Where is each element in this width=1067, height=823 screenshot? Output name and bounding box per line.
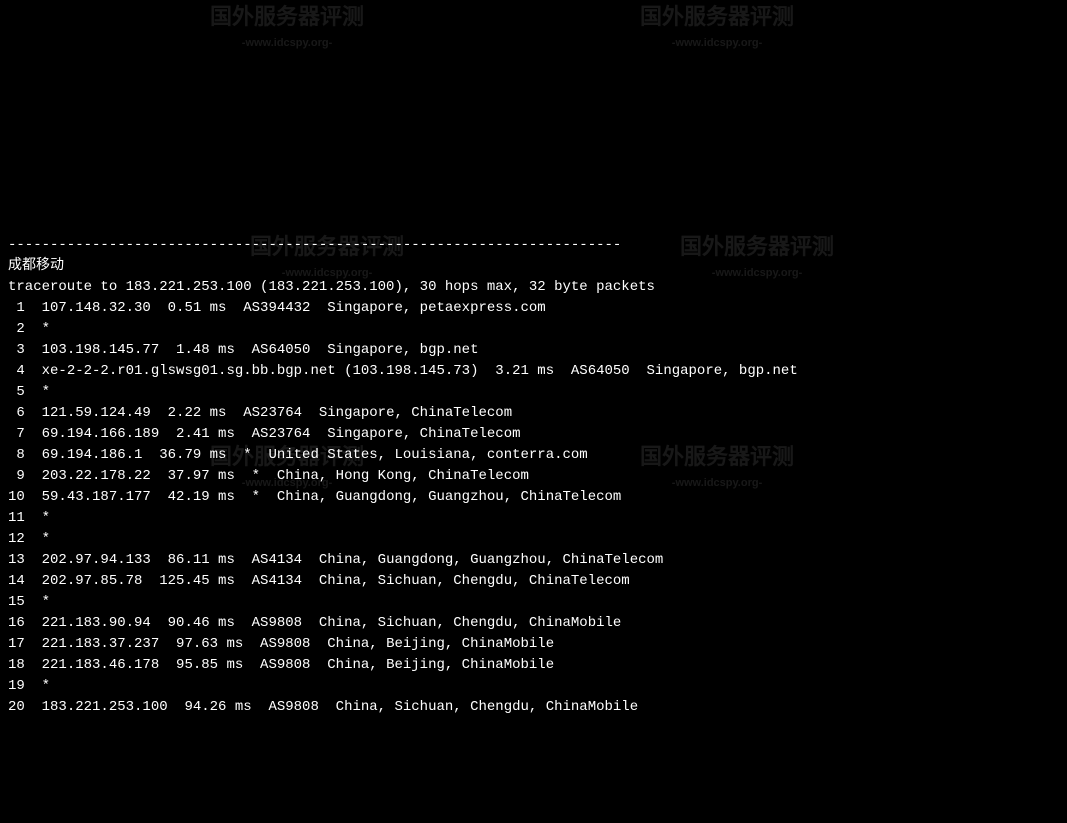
watermark: 国外服务器评测-www.idcspy.org- [210,0,364,52]
hop-row: 18 221.183.46.178 95.85 ms AS9808 China,… [8,657,554,673]
hop-row: 9 203.22.178.22 37.97 ms * China, Hong K… [8,468,529,484]
divider-line: ----------------------------------------… [8,237,621,253]
hop-row: 8 69.194.186.1 36.79 ms * United States,… [8,447,588,463]
title-line: 成都移动 [8,258,64,274]
hop-row: 14 202.97.85.78 125.45 ms AS4134 China, … [8,573,630,589]
hop-row: 17 221.183.37.237 97.63 ms AS9808 China,… [8,636,554,652]
hop-row: 11 * [8,510,50,526]
hop-row: 4 xe-2-2-2.r01.glswsg01.sg.bb.bgp.net (1… [8,363,798,379]
terminal-output: ----------------------------------------… [8,235,1059,718]
hop-row: 19 * [8,678,50,694]
traceroute-header: traceroute to 183.221.253.100 (183.221.2… [8,279,655,295]
hop-row: 2 * [8,321,50,337]
hop-row: 10 59.43.187.177 42.19 ms * China, Guang… [8,489,621,505]
hop-row: 15 * [8,594,50,610]
hop-row: 7 69.194.166.189 2.41 ms AS23764 Singapo… [8,426,521,442]
hop-row: 16 221.183.90.94 90.46 ms AS9808 China, … [8,615,621,631]
hop-row: 1 107.148.32.30 0.51 ms AS394432 Singapo… [8,300,546,316]
hop-row: 12 * [8,531,50,547]
hop-row: 6 121.59.124.49 2.22 ms AS23764 Singapor… [8,405,512,421]
hop-row: 20 183.221.253.100 94.26 ms AS9808 China… [8,699,638,715]
hop-row: 3 103.198.145.77 1.48 ms AS64050 Singapo… [8,342,479,358]
hop-row: 5 * [8,384,50,400]
watermark: 国外服务器评测-www.idcspy.org- [640,0,794,52]
hop-row: 13 202.97.94.133 86.11 ms AS4134 China, … [8,552,663,568]
